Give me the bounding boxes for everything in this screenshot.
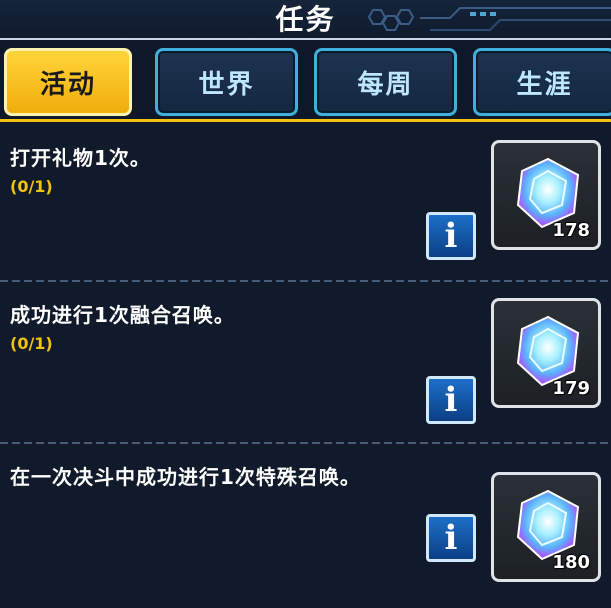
tab-career-label: 生涯 (516, 69, 573, 100)
page-title: 任务 (275, 3, 336, 36)
info-button[interactable]: i (426, 212, 476, 260)
reward-count: 179 (552, 378, 590, 399)
mission-description: 成功进行1次融合召唤。 (10, 303, 235, 327)
reward-box[interactable]: 178 (491, 140, 601, 250)
mission-description: 在一次决斗中成功进行1次特殊召唤。 (10, 465, 361, 489)
mission-description: 打开礼物1次。 (10, 146, 151, 170)
gem-icon (516, 157, 580, 229)
mission-progress: (0/1) (10, 334, 53, 353)
info-icon: i (444, 518, 458, 558)
mission-item: 打开礼物1次。 (0/1) i 178 (0, 125, 611, 281)
gem-icon (516, 489, 580, 561)
mission-progress: (0/1) (10, 177, 53, 196)
tab-underline (0, 119, 611, 122)
tab-world-label: 世界 (198, 69, 255, 100)
reward-count: 178 (552, 220, 590, 241)
info-button[interactable]: i (426, 514, 476, 562)
info-icon: i (444, 216, 458, 256)
mission-item: 在一次决斗中成功进行1次特殊召唤。 i 180 (0, 444, 611, 600)
tab-weekly-label: 每周 (357, 69, 414, 100)
info-button[interactable]: i (426, 376, 476, 424)
reward-box[interactable]: 180 (491, 472, 601, 582)
mission-item: 成功进行1次融合召唤。 (0/1) i 179 (0, 282, 611, 438)
reward-count: 180 (552, 552, 590, 573)
info-icon: i (444, 380, 458, 420)
tab-world[interactable]: 世界 (155, 48, 298, 116)
reward-box[interactable]: 179 (491, 298, 601, 408)
tab-career[interactable]: 生涯 (473, 48, 611, 116)
tab-weekly[interactable]: 每周 (314, 48, 457, 116)
tab-activity-label: 活动 (39, 69, 96, 100)
tab-activity[interactable]: 活动 (4, 48, 132, 116)
gem-icon (516, 315, 580, 387)
top-header: 任务 (0, 0, 611, 40)
